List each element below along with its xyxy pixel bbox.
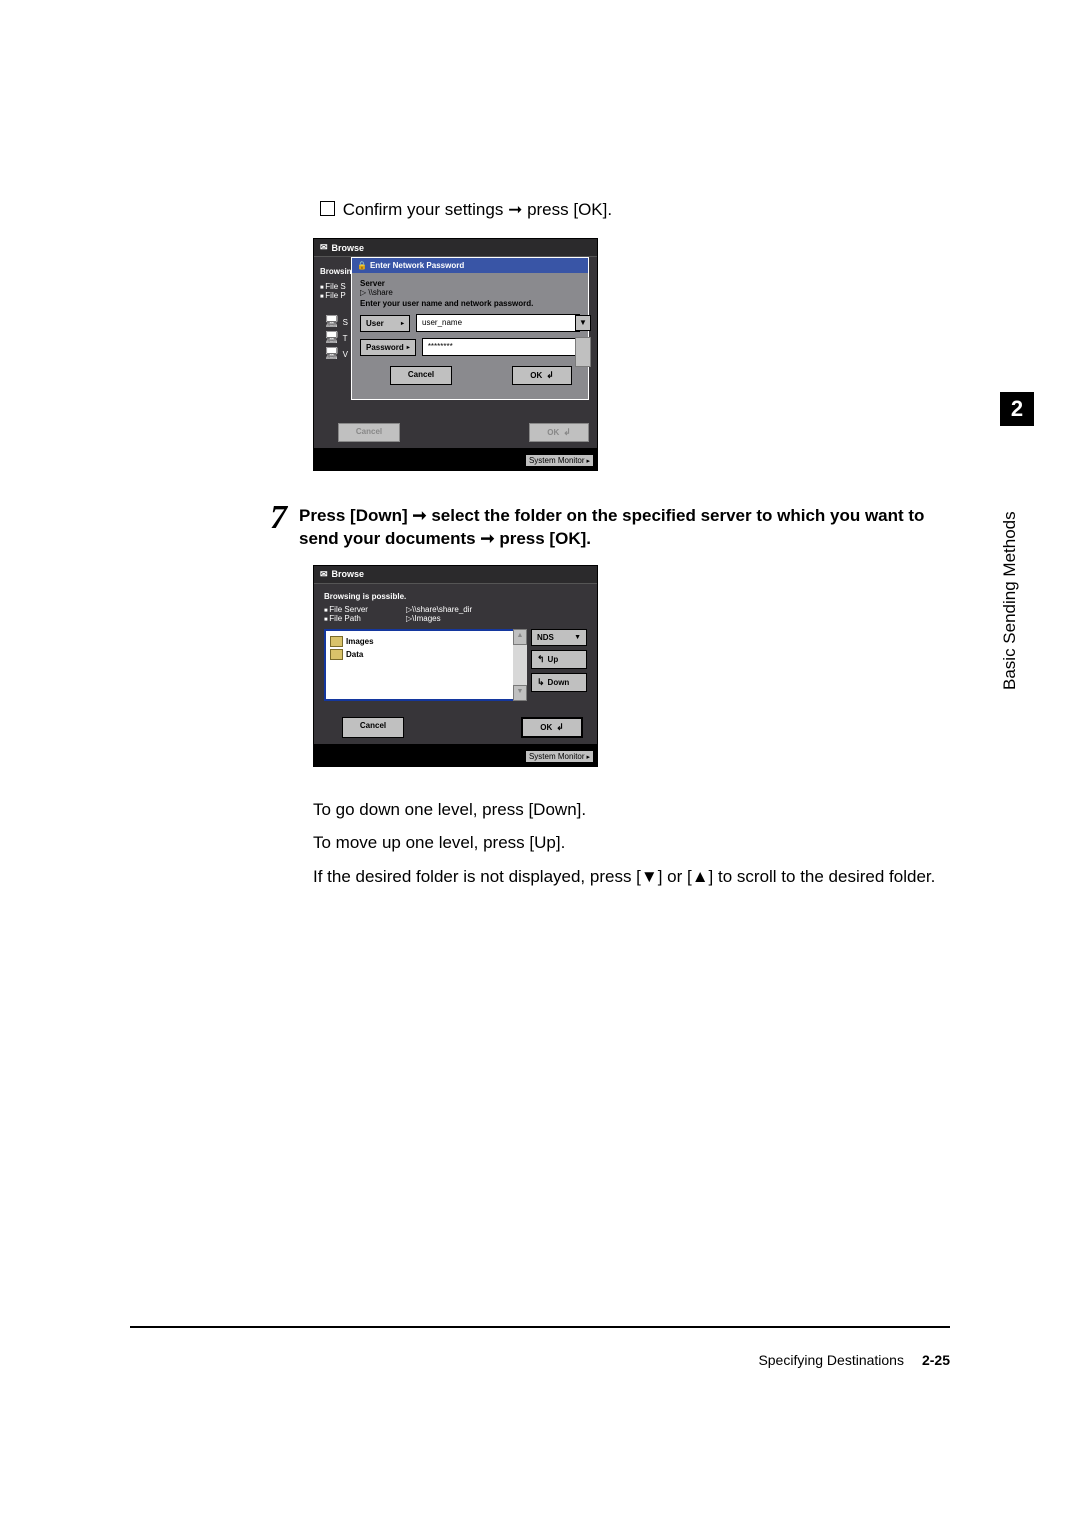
send-icon: ✉ — [320, 242, 328, 253]
list-item[interactable]: Data — [330, 648, 521, 661]
browse-titlebar-2: ✉ Browse — [314, 566, 597, 584]
file-server-label: File Server — [324, 605, 406, 614]
after-text-2: To move up one level, press [Up]. — [313, 830, 950, 856]
up-arrow-icon: ↰ — [537, 654, 545, 665]
file-path-value: \Images — [412, 614, 440, 623]
password-dialog-title: 🔒 Enter Network Password — [352, 258, 588, 273]
screenshot-browse-folder: ✉ Browse Browsing is possible. File Serv… — [313, 565, 598, 767]
outer-ok-button: OK↲ — [529, 423, 589, 442]
outer-cancel-button: Cancel — [338, 423, 400, 442]
system-monitor-button-2[interactable]: System Monitor — [526, 751, 593, 762]
folder-icon — [330, 636, 343, 647]
footer-rule — [130, 1326, 950, 1328]
after-text-3: If the desired folder is not displayed, … — [313, 864, 950, 890]
instruction-action: press [OK]. — [527, 200, 612, 219]
server-label: Server — [360, 279, 385, 288]
instruction-line: Confirm your settings ➞ press [OK]. — [320, 200, 950, 220]
chapter-label: Basic Sending Methods — [1000, 430, 1034, 696]
instruction-prefix: Confirm your settings — [343, 200, 504, 219]
footer-section: Specifying Destinations — [758, 1352, 904, 1368]
password-dialog: 🔒 Enter Network Password Server ▷ \\shar… — [351, 257, 589, 400]
system-monitor-button[interactable]: System Monitor — [526, 455, 593, 466]
password-prompt: Enter your user name and network passwor… — [360, 299, 580, 308]
nds-dropdown[interactable]: NDS — [531, 629, 587, 646]
step-number: 7 — [270, 501, 287, 535]
password-field[interactable]: ******** — [422, 338, 580, 356]
step-instruction: Press [Down] ➞ select the folder on the … — [299, 501, 950, 551]
send-icon: ✉ — [320, 569, 328, 580]
folder-list[interactable]: Images Data ▲ ▼ — [324, 629, 527, 701]
server-value: \\share — [368, 288, 392, 297]
ok-button-2[interactable]: OK↲ — [521, 717, 583, 738]
ok-button[interactable]: OK↲ — [512, 366, 572, 385]
user-field[interactable]: user_name — [416, 314, 580, 332]
scroll-down-icon[interactable]: ▼ — [513, 685, 527, 701]
scrollbar[interactable]: ▲ ▼ — [513, 629, 527, 701]
password-button[interactable]: Password — [360, 339, 416, 356]
browse-title-2: Browse — [332, 569, 365, 579]
scroll-up-icon[interactable]: ▲ — [513, 629, 527, 645]
down-arrow-icon: ↳ — [537, 677, 545, 688]
browse-titlebar: ✉ Browse — [314, 239, 597, 257]
browse-title: Browse — [332, 243, 365, 253]
after-text-1: To go down one level, press [Down]. — [313, 797, 950, 823]
lock-icon: 🔒 — [357, 261, 367, 270]
down-button[interactable]: ↳Down — [531, 673, 587, 692]
cancel-button-2[interactable]: Cancel — [342, 717, 404, 738]
checkbox-icon — [320, 201, 335, 216]
footer-page: 2-25 — [922, 1352, 950, 1368]
screenshot-network-password: ✉ Browse Browsin File S File P 🖥 S 🖥 T 🖥… — [313, 238, 598, 471]
file-path-label: File Path — [324, 614, 406, 623]
folder-icon — [330, 649, 343, 660]
user-button[interactable]: User — [360, 315, 410, 332]
page-footer: Specifying Destinations 2-25 — [758, 1352, 950, 1368]
browsing-status: Browsing is possible. — [324, 592, 587, 601]
cancel-button[interactable]: Cancel — [390, 366, 452, 385]
dropdown-icon[interactable]: ▼ — [575, 315, 591, 331]
chapter-tab: 2 — [1000, 392, 1034, 426]
list-item[interactable]: Images — [330, 635, 521, 648]
file-server-value: \\share\share_dir — [412, 605, 472, 614]
up-button[interactable]: ↰Up — [531, 650, 587, 669]
